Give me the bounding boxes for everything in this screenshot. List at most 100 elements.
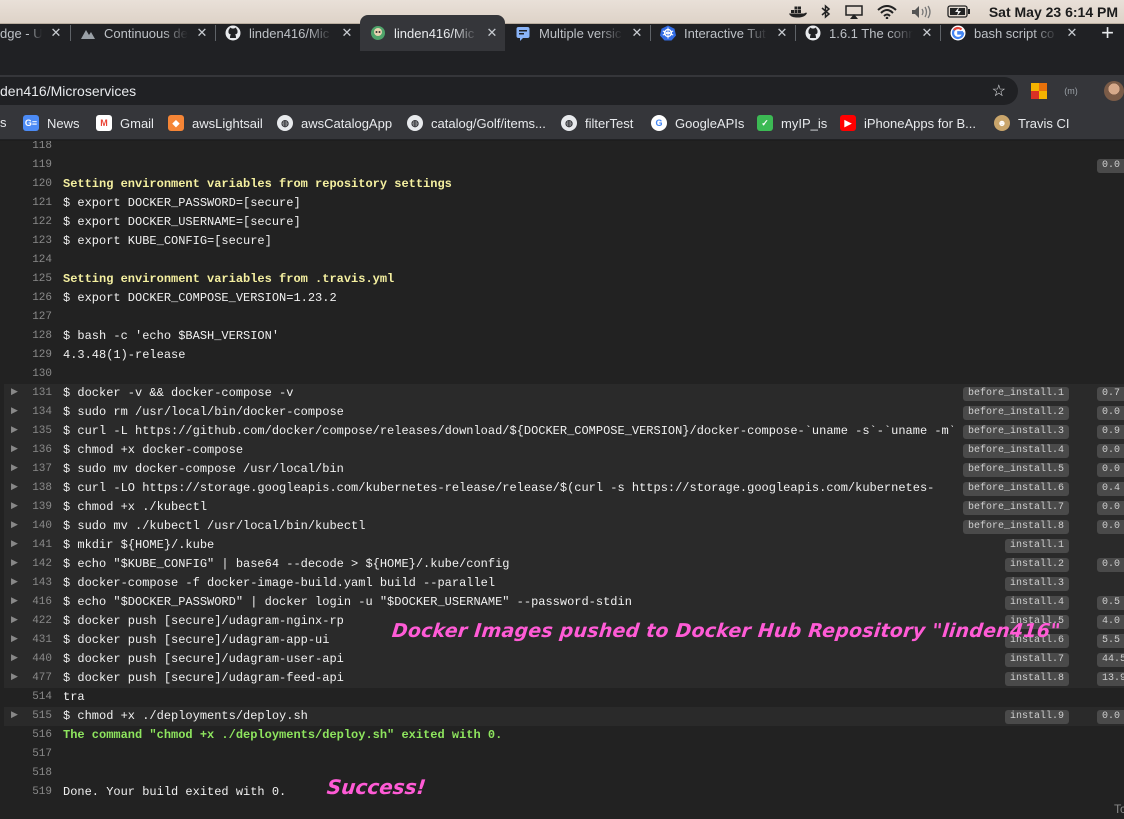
bookmark-news[interactable]: G≡ News — [23, 115, 80, 131]
url-text[interactable]: den416/Microservices — [0, 83, 136, 99]
line-number[interactable]: 431 — [4, 634, 52, 646]
line-number[interactable]: 119 — [4, 159, 52, 171]
line-number[interactable]: 131 — [4, 387, 52, 399]
bookmarks-bar: s G≡ News M Gmail ◆ awsLightsail ◍ awsCa… — [0, 107, 1124, 140]
log-text: $ export KUBE_CONFIG=[secure] — [63, 234, 272, 248]
line-number[interactable]: 127 — [4, 311, 52, 323]
log-fold-line[interactable]: ▶ 138 $ curl -LO https://storage.googleapi… — [4, 479, 1124, 498]
log-fold-line[interactable]: ▶ 477 $ docker push [secure]/udagram-feed-… — [4, 669, 1124, 688]
tab-multiple-versions[interactable]: Multiple versic ✕ — [505, 15, 651, 51]
line-number[interactable]: 126 — [4, 292, 52, 304]
duration-badge: 13.9 — [1097, 672, 1124, 686]
bookmark-label: iPhoneApps for B... — [864, 115, 977, 131]
log-fold-line[interactable]: ▶ 440 $ docker push [secure]/udagram-user-… — [4, 650, 1124, 669]
log-fold-line[interactable]: ▶ 140 $ sudo mv ./kubectl /usr/local/bin/k… — [4, 517, 1124, 536]
line-number[interactable]: 125 — [4, 273, 52, 285]
line-number[interactable]: 121 — [4, 197, 52, 209]
line-number[interactable]: 135 — [4, 425, 52, 437]
new-tab-button[interactable]: + — [1101, 15, 1114, 51]
log-line: 122 $ export DOCKER_USERNAME=[secure] — [4, 213, 1124, 232]
line-number[interactable]: 134 — [4, 406, 52, 418]
line-number[interactable]: 130 — [4, 368, 52, 380]
log-fold-line[interactable]: ▶ 515 $ chmod +x ./deployments/deploy.sh in… — [4, 707, 1124, 726]
log-line: 517 — [4, 745, 1124, 764]
profile-avatar[interactable] — [1104, 81, 1124, 101]
log-text: $ bash -c 'echo $BASH_VERSION' — [63, 329, 280, 343]
fold-tag-badge: install.9 — [1004, 710, 1069, 724]
tab-github-2[interactable]: 1.6.1 The conn ✕ — [795, 15, 941, 51]
close-icon[interactable]: ✕ — [196, 25, 208, 41]
line-number[interactable]: 142 — [4, 558, 52, 570]
tab-github-1[interactable]: linden416/Mic ✕ — [215, 15, 360, 51]
line-number[interactable]: 517 — [4, 748, 52, 760]
line-number[interactable]: 118 — [4, 141, 52, 152]
bookmark-gmail[interactable]: M Gmail — [96, 115, 154, 131]
tab-continuous[interactable]: Continuous de ✕ — [70, 15, 216, 51]
line-number[interactable]: 120 — [4, 178, 52, 190]
close-icon[interactable]: ✕ — [341, 25, 353, 41]
tab-travis-active[interactable]: linden416/Mic ✕ — [360, 15, 505, 51]
line-number[interactable]: 519 — [4, 786, 52, 798]
line-number[interactable]: 440 — [4, 653, 52, 665]
bookmark-travis[interactable]: ☻ Travis CI — [994, 115, 1070, 131]
line-number[interactable]: 139 — [4, 501, 52, 513]
log-fold-line[interactable]: ▶ 135 $ curl -L https://github.com/docker/… — [4, 422, 1124, 441]
close-icon[interactable]: ✕ — [50, 25, 62, 41]
bookmark-label: filterTest — [585, 115, 634, 131]
duration-badge: 0.0 — [1097, 159, 1124, 173]
bookmark-myip[interactable]: ✓ myIP_is — [757, 115, 827, 131]
bookmark-awslightsail[interactable]: ◆ awsLightsail — [168, 115, 263, 131]
log-fold-line[interactable]: ▶ 142 $ echo "$KUBE_CONFIG" | base64 --dec… — [4, 555, 1124, 574]
line-number[interactable]: 515 — [4, 710, 52, 722]
bookmark-googleapis[interactable]: G GoogleAPIs — [651, 115, 744, 131]
line-number[interactable]: 129 — [4, 349, 52, 361]
fold-tag-badge: before_install.8 — [962, 520, 1069, 534]
log-fold-line[interactable]: ▶ 143 $ docker-compose -f docker-image-bui… — [4, 574, 1124, 593]
tab-bash-script[interactable]: bash script co ✕ — [940, 15, 1085, 51]
tab-interactive-tutorial[interactable]: Interactive Tut ✕ — [650, 15, 796, 51]
extension-m-icon[interactable]: (m) — [1063, 84, 1079, 98]
line-number[interactable]: 143 — [4, 577, 52, 589]
line-number[interactable]: 124 — [4, 254, 52, 266]
close-icon[interactable]: ✕ — [1066, 25, 1078, 41]
close-icon[interactable]: ✕ — [776, 25, 788, 41]
extension-mosaic-icon[interactable] — [1031, 83, 1047, 99]
line-number[interactable]: 141 — [4, 539, 52, 551]
log-fold-line[interactable]: ▶ 131 $ docker -v && docker-compose -v befo… — [4, 384, 1124, 403]
address-bar[interactable]: den416/Microservices ☆ — [0, 77, 1018, 105]
log-fold-line[interactable]: ▶ 136 $ chmod +x docker-compose before_inst… — [4, 441, 1124, 460]
log-fold-line[interactable]: ▶ 416 $ echo "$DOCKER_PASSWORD" | docker l… — [4, 593, 1124, 612]
build-log[interactable]: 118 119 0.0 120 Setting environment variable… — [0, 141, 1124, 819]
line-number[interactable]: 137 — [4, 463, 52, 475]
bookmark-iphoneapps[interactable]: ▶ iPhoneApps for B... — [840, 115, 976, 131]
tab-edge[interactable]: dge - U ✕ — [0, 15, 71, 51]
line-number[interactable]: 516 — [4, 729, 52, 741]
fold-tag-badge: install.7 — [1004, 653, 1069, 667]
log-fold-line[interactable]: ▶ 134 $ sudo rm /usr/local/bin/docker-comp… — [4, 403, 1124, 422]
close-icon[interactable]: ✕ — [486, 25, 498, 41]
log-text: $ echo "$DOCKER_PASSWORD" | docker login… — [63, 595, 632, 609]
line-number[interactable]: 122 — [4, 216, 52, 228]
close-icon[interactable]: ✕ — [921, 25, 933, 41]
line-number[interactable]: 477 — [4, 672, 52, 684]
line-number[interactable]: 518 — [4, 767, 52, 779]
log-fold-line[interactable]: ▶ 137 $ sudo mv docker-compose /usr/local/… — [4, 460, 1124, 479]
bookmark-star-icon[interactable]: ☆ — [992, 81, 1006, 101]
log-fold-line[interactable]: ▶ 139 $ chmod +x ./kubectl before_install.7… — [4, 498, 1124, 517]
line-number[interactable]: 514 — [4, 691, 52, 703]
bookmark-awscatalogapp[interactable]: ◍ awsCatalogApp — [277, 115, 392, 131]
fold-tag-badge: before_install.7 — [962, 501, 1069, 515]
log-text: $ curl -L https://github.com/docker/comp… — [63, 424, 953, 438]
line-number[interactable]: 138 — [4, 482, 52, 494]
log-fold-line[interactable]: ▶ 141 $ mkdir ${HOME}/.kube install.1 — [4, 536, 1124, 555]
line-number[interactable]: 416 — [4, 596, 52, 608]
line-number[interactable]: 136 — [4, 444, 52, 456]
close-icon[interactable]: ✕ — [631, 25, 643, 41]
bookmark-catalog-golf[interactable]: ◍ catalog/Golf/items... — [407, 115, 546, 131]
line-number[interactable]: 422 — [4, 615, 52, 627]
line-number[interactable]: 123 — [4, 235, 52, 247]
bookmark-apps[interactable]: s — [0, 115, 7, 130]
line-number[interactable]: 128 — [4, 330, 52, 342]
bookmark-filtertest[interactable]: ◍ filterTest — [561, 115, 633, 131]
line-number[interactable]: 140 — [4, 520, 52, 532]
